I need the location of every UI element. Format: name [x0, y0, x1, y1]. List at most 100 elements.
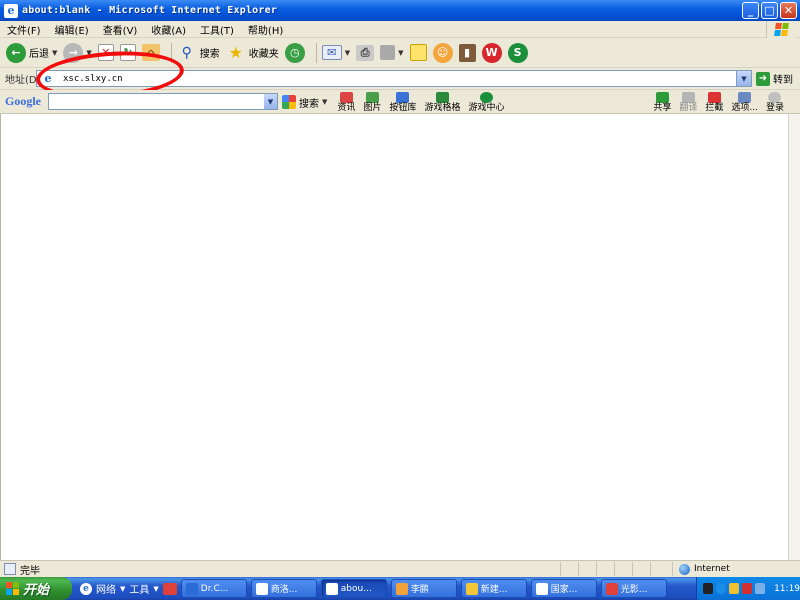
- start-button[interactable]: 开始: [0, 577, 72, 600]
- history-button[interactable]: ◷: [284, 42, 305, 63]
- edit-button[interactable]: ▼: [380, 45, 404, 60]
- tools-dropdown-icon[interactable]: ▼: [153, 585, 158, 593]
- plugin-button-2[interactable]: S: [507, 42, 528, 63]
- task-button[interactable]: 新建...: [460, 579, 527, 598]
- history-icon: ◷: [284, 42, 305, 63]
- stop-button[interactable]: ✕: [97, 44, 114, 61]
- task-app-icon: [605, 582, 618, 595]
- antivirus-icon[interactable]: [742, 583, 753, 594]
- google-images-button[interactable]: 图片: [363, 91, 381, 113]
- google-gamegrid-button[interactable]: 游戏格格: [424, 91, 461, 113]
- task-label: 李鹏: [410, 585, 429, 595]
- google-gamegrid-label: 游戏格格: [424, 102, 461, 113]
- edit-icon: [380, 45, 396, 60]
- task-button[interactable]: 光影...: [600, 579, 667, 598]
- task-button[interactable]: 李鹏: [390, 579, 457, 598]
- volume-icon[interactable]: [755, 583, 766, 594]
- forward-button[interactable]: → ▼: [63, 42, 92, 63]
- page-icon: e: [44, 71, 52, 85]
- ie-quicklaunch-icon[interactable]: e: [80, 582, 92, 595]
- google-search-dropdown-icon[interactable]: ▼: [264, 94, 277, 109]
- research-button[interactable]: ▮: [458, 43, 476, 62]
- forward-arrow-icon: →: [63, 42, 84, 63]
- google-signin-label: 登录: [765, 102, 784, 113]
- google-popup-blocker-button[interactable]: 拦截: [705, 91, 723, 113]
- windows-flag-icon: [766, 21, 796, 38]
- home-icon: ⌂: [141, 44, 160, 61]
- google-gamecenter-label: 游戏中心: [468, 102, 505, 113]
- google-translate-button[interactable]: 翻译: [679, 91, 697, 113]
- forward-dropdown-icon[interactable]: ▼: [86, 49, 91, 57]
- back-button[interactable]: ← 后退 ▼: [6, 42, 57, 63]
- task-button[interactable]: 商洛...: [250, 579, 317, 598]
- task-label: 商洛...: [270, 585, 298, 595]
- task-button[interactable]: 国家...: [530, 579, 597, 598]
- print-button[interactable]: ⎙: [356, 44, 375, 61]
- network-tray-icon[interactable]: [716, 583, 727, 594]
- google-news-button[interactable]: 资讯: [337, 91, 355, 113]
- google-g-icon: [282, 95, 296, 109]
- title-bar[interactable]: e about:blank - Microsoft Internet Explo…: [0, 0, 800, 21]
- standard-toolbar: ← 后退 ▼ → ▼ ✕ ↻ ⌂ ⚲ 搜索 ★ 收藏夹 ◷ ✉ ▼ ⎙ ▼ ☺: [0, 38, 800, 68]
- news-icon: [339, 91, 353, 103]
- status-cells: [560, 562, 668, 576]
- google-buttons-button[interactable]: 按钮库: [389, 91, 416, 113]
- print-icon: ⎙: [356, 44, 375, 61]
- messenger-button[interactable]: ☺: [432, 42, 453, 63]
- google-gamecenter-button[interactable]: 游戏中心: [468, 91, 505, 113]
- system-tray: 11:19: [696, 577, 800, 600]
- google-search-input[interactable]: ▼: [48, 93, 278, 110]
- menu-tools[interactable]: 工具(T): [193, 22, 241, 37]
- google-search-button-dropdown-icon[interactable]: ▼: [322, 98, 327, 106]
- network-dropdown-icon[interactable]: ▼: [120, 585, 125, 593]
- ie-icon: e: [4, 3, 18, 18]
- favorites-label: 收藏夹: [248, 49, 279, 60]
- go-button[interactable]: ➜ 转到: [756, 71, 793, 86]
- clock[interactable]: 11:19: [774, 584, 800, 594]
- minimize-button[interactable]: _: [742, 2, 759, 19]
- qq-icon[interactable]: [729, 583, 740, 594]
- star-icon: ★: [228, 43, 243, 62]
- task-label: 新建...: [480, 585, 508, 595]
- address-dropdown-icon[interactable]: ▼: [736, 71, 751, 86]
- page-content[interactable]: [0, 114, 788, 560]
- mail-button[interactable]: ✉ ▼: [321, 45, 350, 60]
- messenger-icon: ☺: [432, 42, 453, 63]
- keyboard-icon[interactable]: [703, 583, 714, 594]
- close-button[interactable]: ✕: [780, 2, 797, 19]
- refresh-button[interactable]: ↻: [119, 44, 136, 61]
- quicklaunch-app-icon[interactable]: [162, 582, 177, 595]
- search-button[interactable]: ⚲ 搜索: [177, 43, 220, 63]
- favorites-button[interactable]: ★ 收藏夹: [226, 43, 279, 63]
- mail-dropdown-icon[interactable]: ▼: [345, 49, 350, 57]
- menu-help[interactable]: 帮助(H): [241, 22, 290, 37]
- vertical-scrollbar[interactable]: [788, 114, 800, 560]
- menu-file[interactable]: 文件(F): [0, 22, 48, 37]
- google-share-button[interactable]: 共享: [653, 91, 671, 113]
- note-icon: [409, 44, 427, 61]
- quick-tools[interactable]: 工具: [129, 581, 149, 596]
- address-value[interactable]: xsc.slxy.cn: [63, 74, 123, 84]
- menu-view[interactable]: 查看(V): [96, 22, 145, 37]
- google-options-label: 选项...: [731, 102, 758, 113]
- google-toolbar: Google ▼ 搜索 ▼ 资讯 图片 按钮库 游戏格格 游戏中心 共享 翻译 …: [0, 90, 800, 114]
- discuss-button[interactable]: [409, 44, 427, 61]
- quick-network[interactable]: 网络: [96, 581, 116, 596]
- address-field[interactable]: e xsc.slxy.cn ▼: [36, 70, 752, 87]
- task-button-active[interactable]: abou...: [320, 579, 387, 598]
- menu-edit[interactable]: 编辑(E): [48, 22, 96, 37]
- toolbar-separator: [170, 42, 172, 63]
- google-search-button[interactable]: 搜索 ▼: [282, 95, 327, 110]
- menu-favorites[interactable]: 收藏(A): [144, 22, 193, 37]
- google-options-button[interactable]: 选项...: [731, 91, 758, 113]
- google-signin-button[interactable]: 登录: [765, 91, 784, 113]
- status-message: 完毕: [4, 562, 40, 577]
- home-button[interactable]: ⌂: [141, 44, 160, 61]
- task-label: 国家...: [550, 585, 578, 595]
- back-dropdown-icon[interactable]: ▼: [52, 49, 57, 57]
- google-logo[interactable]: Google: [5, 94, 47, 109]
- edit-dropdown-icon[interactable]: ▼: [398, 49, 403, 57]
- maximize-button[interactable]: □: [761, 2, 778, 19]
- plugin-button-1[interactable]: W: [481, 42, 502, 63]
- task-button[interactable]: Dr.C...: [180, 579, 247, 598]
